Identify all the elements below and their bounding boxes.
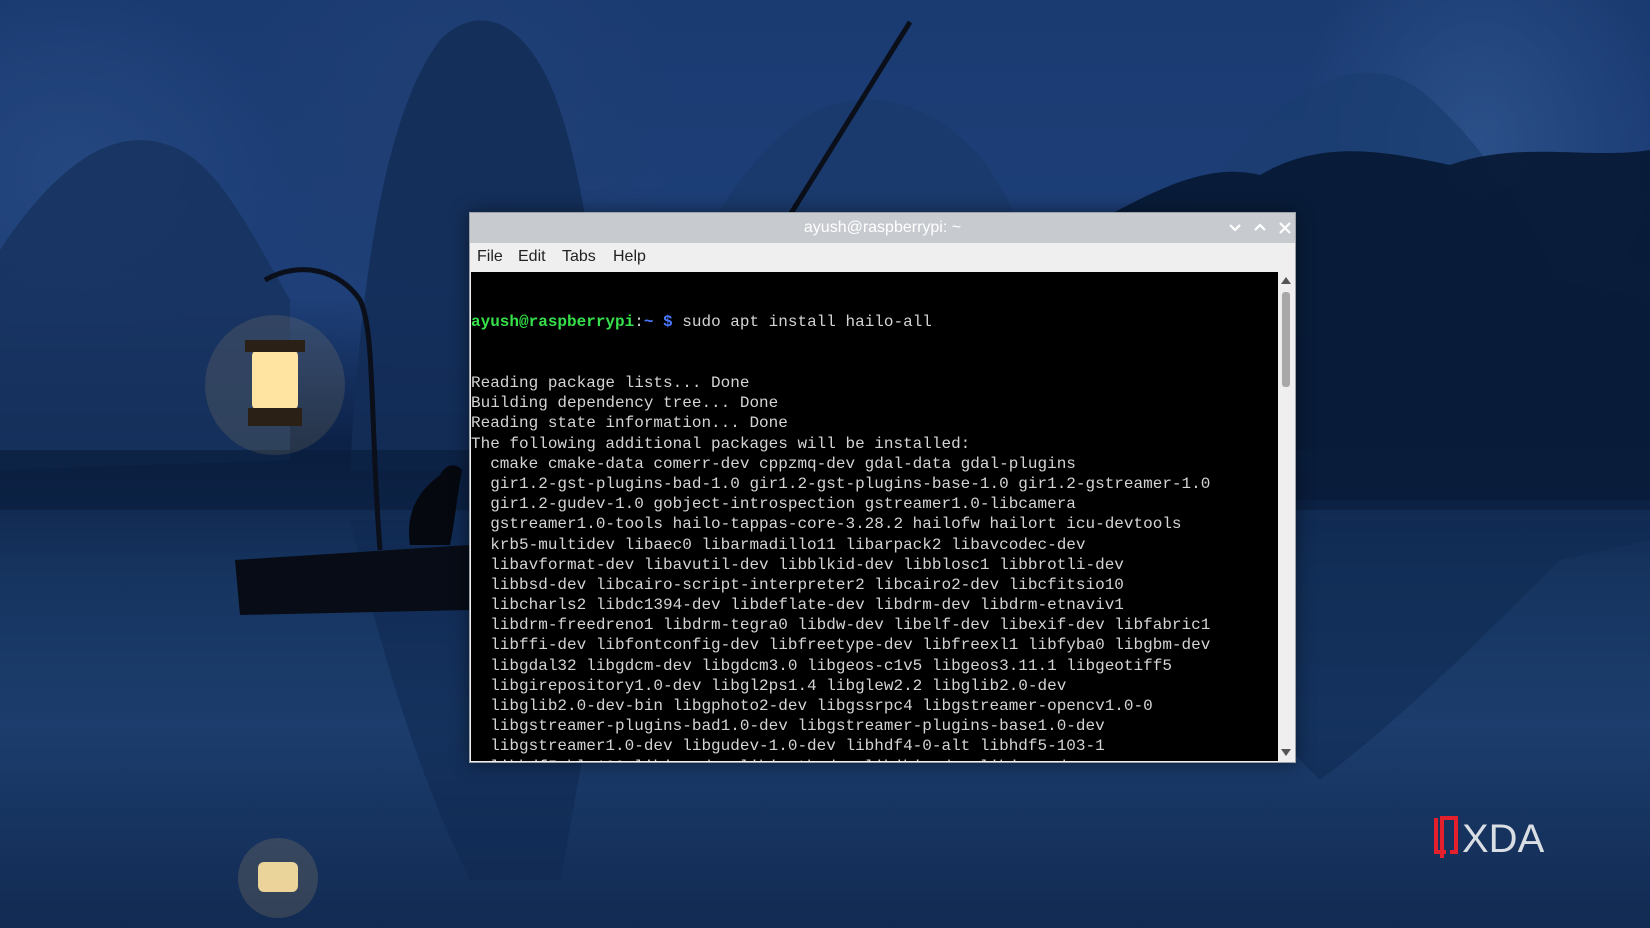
prompt-user: ayush@raspberrypi bbox=[471, 313, 635, 332]
terminal-line: libgstreamer-plugins-bad1.0-dev libgstre… bbox=[471, 717, 1105, 736]
terminal-line: Reading package lists... Done bbox=[471, 374, 750, 392]
terminal-line: cmake cmake-data comerr-dev cppzmq-dev g… bbox=[471, 454, 1076, 473]
terminal-line: libglib2.0-dev-bin libgphoto2-dev libgss… bbox=[471, 697, 1153, 715]
terminal-window: ayush@raspberrypi: ~ File Edit Tabs Help… bbox=[469, 212, 1296, 763]
terminal-line: libffi-dev libfontconfig-dev libfreetype… bbox=[471, 636, 1211, 655]
terminal-line: libavformat-dev libavutil-dev libblkid-d… bbox=[471, 555, 1124, 574]
terminal-scrollbar[interactable] bbox=[1278, 272, 1294, 761]
terminal-line: libhdf5-hl-100 libicu-dev libimath-dev l… bbox=[471, 757, 1278, 761]
terminal-line: Reading state information... Done bbox=[471, 414, 788, 433]
terminal-line: krb5-multidev libaec0 libarmadillo11 lib… bbox=[471, 535, 1086, 554]
scroll-thumb[interactable] bbox=[1282, 292, 1290, 387]
command-line: ayush@raspberrypi:~ $ sudo apt install h… bbox=[471, 312, 1278, 332]
scroll-up-icon[interactable] bbox=[1281, 276, 1291, 284]
xda-logo: XDA bbox=[1434, 816, 1545, 861]
terminal-line: libgstreamer1.0-dev libgudev-1.0-dev lib… bbox=[471, 737, 1105, 756]
window-title: ayush@raspberrypi: ~ bbox=[803, 219, 962, 236]
lantern bbox=[252, 350, 298, 410]
terminal-output[interactable]: ayush@raspberrypi:~ $ sudo apt install h… bbox=[471, 272, 1278, 761]
terminal-line: libbsd-dev libcairo-script-interpreter2 … bbox=[471, 575, 1124, 594]
terminal-line: gstreamer1.0-tools hailo-tappas-core-3.2… bbox=[471, 515, 1182, 534]
minimize-icon[interactable] bbox=[1225, 218, 1245, 238]
prompt-separator: : bbox=[634, 313, 644, 332]
close-icon[interactable] bbox=[1275, 218, 1295, 238]
terminal-line: libgdal32 libgdcm-dev libgdcm3.0 libgeos… bbox=[471, 656, 1172, 675]
menu-help[interactable]: Help bbox=[613, 248, 646, 266]
bamboo-raft bbox=[235, 545, 470, 615]
terminal-line: libgirepository1.0-dev libgl2ps1.4 libgl… bbox=[471, 676, 1067, 695]
terminal-line: libcharls2 libdc1394-dev libdeflate-dev … bbox=[471, 596, 1124, 615]
prompt-path: ~ $ bbox=[643, 313, 673, 332]
menu-file[interactable]: File bbox=[477, 248, 503, 266]
title-bar[interactable]: ayush@raspberrypi: ~ bbox=[470, 213, 1295, 243]
terminal-line: libdrm-freedreno1 libdrm-tegra0 libdw-de… bbox=[471, 616, 1211, 635]
scroll-down-icon[interactable] bbox=[1281, 749, 1291, 757]
typed-command: sudo apt install hailo-all bbox=[672, 313, 932, 332]
maximize-icon[interactable] bbox=[1250, 218, 1270, 238]
terminal-line: The following additional packages will b… bbox=[471, 434, 971, 453]
terminal-line: Building dependency tree... Done bbox=[471, 394, 779, 413]
menu-edit[interactable]: Edit bbox=[518, 248, 546, 266]
xda-wordmark: XDA bbox=[1462, 817, 1545, 861]
menu-tabs[interactable]: Tabs bbox=[562, 248, 596, 266]
menu-bar: File Edit Tabs Help bbox=[470, 243, 1295, 272]
terminal-line: gir1.2-gudev-1.0 gobject-introspection g… bbox=[471, 495, 1076, 514]
terminal-line: gir1.2-gst-plugins-bad-1.0 gir1.2-gst-pl… bbox=[471, 474, 1211, 493]
